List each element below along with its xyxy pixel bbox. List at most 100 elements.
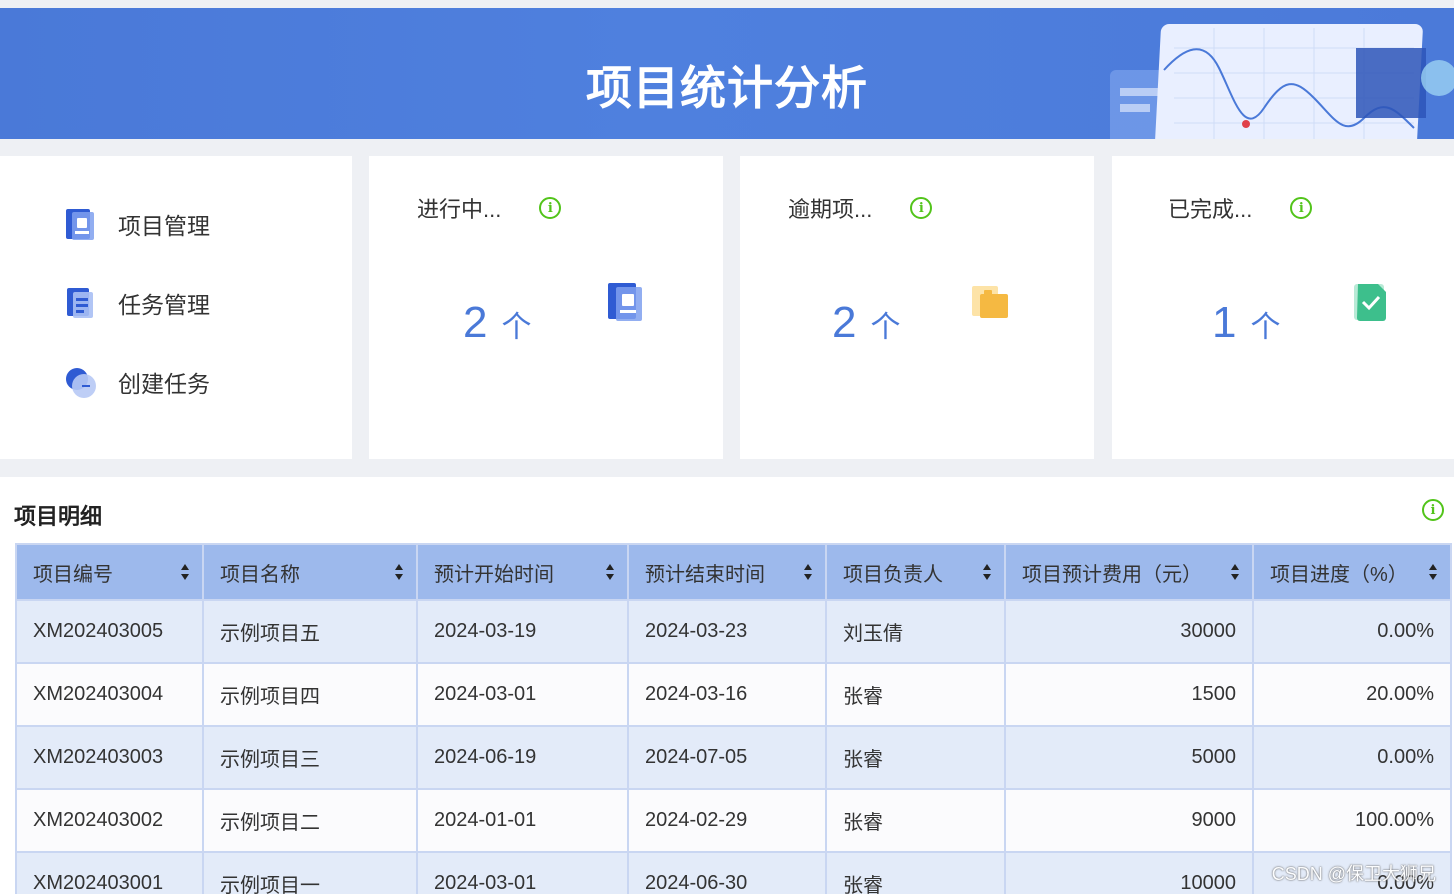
sort-icon[interactable] xyxy=(180,563,190,581)
stat-title-text: 进行中... xyxy=(417,197,502,222)
table-cell: 2024-06-19 xyxy=(416,725,629,790)
info-icon[interactable]: i xyxy=(910,197,933,219)
table-cell: 2024-03-16 xyxy=(627,662,827,727)
column-header[interactable]: 项目预计费用（元） xyxy=(1004,543,1254,601)
table-cell: 示例项目三 xyxy=(202,725,418,790)
column-header[interactable]: 预计开始时间 xyxy=(416,543,629,601)
nav-item-label: 任务管理 xyxy=(118,292,210,318)
sort-icon[interactable] xyxy=(803,563,813,581)
section-title: 项目明细 xyxy=(14,504,103,529)
table-cell: 100.00% xyxy=(1252,788,1452,853)
project-details-panel: 项目明细 i 项目编号 项目名称 预计开始时间 预计结束时间 项目负责人 项目预计费用（元… xyxy=(0,477,1454,894)
table-cell: 示例项目四 xyxy=(202,662,418,727)
stat-number: 2 xyxy=(463,298,488,347)
table-cell: XM202403005 xyxy=(15,599,204,664)
table-cell: XM202403004 xyxy=(15,662,204,727)
table-cell: 30000 xyxy=(1004,599,1254,664)
table-cell: 2024-01-01 xyxy=(416,788,629,853)
stat-card-completed[interactable]: 已完成... i 1 个 xyxy=(1112,156,1454,459)
nav-item-task-management[interactable]: 任务管理 xyxy=(64,283,210,323)
table-cell: 2024-02-29 xyxy=(627,788,827,853)
table-cell: 示例项目一 xyxy=(202,851,418,894)
table-cell: XM202403003 xyxy=(15,725,204,790)
table-cell: 10000 xyxy=(1004,851,1254,894)
nav-item-create-task[interactable]: 创建任务 xyxy=(64,362,210,402)
nav-card: 项目管理 任务管理 创建任务 xyxy=(0,156,352,459)
column-header-label: 预计开始时间 xyxy=(434,563,554,586)
table-cell: XM202403001 xyxy=(15,851,204,894)
info-icon[interactable]: i xyxy=(539,197,562,219)
sort-icon[interactable] xyxy=(605,563,615,581)
sort-icon[interactable] xyxy=(394,563,404,581)
table-cell: 2024-06-30 xyxy=(627,851,827,894)
stat-unit: 个 xyxy=(501,311,532,344)
table-cell: 张睿 xyxy=(825,662,1006,727)
stat-unit: 个 xyxy=(1250,311,1281,344)
folder-icon xyxy=(972,286,1008,318)
table-cell: 0.00% xyxy=(1252,599,1452,664)
table-cell: 2024-03-01 xyxy=(416,662,629,727)
column-header[interactable]: 项目编号 xyxy=(15,543,204,601)
stat-card-overdue[interactable]: 逾期项... i 2 个 xyxy=(740,156,1094,459)
table-cell: 2024-03-01 xyxy=(416,851,629,894)
stat-card-in-progress[interactable]: 进行中... i 2 个 xyxy=(369,156,723,459)
column-header-label: 项目进度（%） xyxy=(1270,563,1408,586)
table-header-row: 项目编号 项目名称 预计开始时间 预计结束时间 项目负责人 项目预计费用（元） 项目进度（%… xyxy=(15,543,1452,601)
stat-title-text: 已完成... xyxy=(1168,197,1253,222)
table-cell: 张睿 xyxy=(825,725,1006,790)
task-list-icon xyxy=(67,288,93,318)
stat-value: 1 个 xyxy=(1212,298,1280,348)
create-task-icon xyxy=(66,368,96,398)
column-header[interactable]: 项目负责人 xyxy=(825,543,1006,601)
info-icon[interactable]: i xyxy=(1422,499,1444,521)
nav-item-label: 创建任务 xyxy=(118,371,210,397)
project-icon xyxy=(608,283,642,321)
stat-title: 逾期项... i xyxy=(788,192,933,224)
stat-number: 1 xyxy=(1212,298,1237,347)
chart-illustration xyxy=(1110,24,1454,139)
project-icon xyxy=(66,209,94,240)
table-cell: 1500 xyxy=(1004,662,1254,727)
stat-number: 2 xyxy=(832,298,857,347)
table-cell: 示例项目二 xyxy=(202,788,418,853)
table-cell: XM202403002 xyxy=(15,788,204,853)
project-table: 项目编号 项目名称 预计开始时间 预计结束时间 项目负责人 项目预计费用（元） 项目进度（%… xyxy=(15,543,1452,894)
column-header[interactable]: 项目进度（%） xyxy=(1252,543,1452,601)
sort-icon[interactable] xyxy=(1428,563,1438,581)
check-document-icon xyxy=(1354,284,1386,321)
column-header-label: 项目负责人 xyxy=(843,563,943,586)
column-header[interactable]: 预计结束时间 xyxy=(627,543,827,601)
table-cell: 张睿 xyxy=(825,788,1006,853)
stat-unit: 个 xyxy=(870,311,901,344)
stat-value: 2 个 xyxy=(463,298,531,348)
table-cell: 刘玉倩 xyxy=(825,599,1006,664)
table-row[interactable]: XM202403002 示例项目二 2024-01-01 2024-02-29 张睿 90… xyxy=(15,788,1452,853)
watermark: CSDN @保卫大狮兄 xyxy=(1271,864,1436,884)
table-cell: 2024-03-23 xyxy=(627,599,827,664)
nav-item-label: 项目管理 xyxy=(118,213,210,239)
stat-title: 进行中... i xyxy=(417,192,562,224)
column-header-label: 项目编号 xyxy=(33,563,113,586)
table-cell: 9000 xyxy=(1004,788,1254,853)
sort-icon[interactable] xyxy=(982,563,992,581)
table-body: XM202403005 示例项目五 2024-03-19 2024-03-23 刘玉倩 3… xyxy=(15,599,1452,894)
column-header-label: 项目名称 xyxy=(220,563,300,586)
table-cell: 2024-07-05 xyxy=(627,725,827,790)
stat-title: 已完成... i xyxy=(1168,192,1313,224)
table-cell: 示例项目五 xyxy=(202,599,418,664)
info-icon[interactable]: i xyxy=(1290,197,1313,219)
column-header-label: 项目预计费用（元） xyxy=(1022,563,1202,586)
table-cell: 张睿 xyxy=(825,851,1006,894)
header-banner: 项目统计分析 xyxy=(0,8,1454,139)
column-header[interactable]: 项目名称 xyxy=(202,543,418,601)
sort-icon[interactable] xyxy=(1230,563,1240,581)
table-cell: 0.00% xyxy=(1252,725,1452,790)
table-row[interactable]: XM202403003 示例项目三 2024-06-19 2024-07-05 张睿 50… xyxy=(15,725,1452,790)
table-row[interactable]: XM202403005 示例项目五 2024-03-19 2024-03-23 刘玉倩 3… xyxy=(15,599,1452,664)
table-row[interactable]: XM202403001 示例项目一 2024-03-01 2024-06-30 张睿 10… xyxy=(15,851,1452,894)
table-cell: 20.00% xyxy=(1252,662,1452,727)
stat-title-text: 逾期项... xyxy=(788,197,873,222)
stat-value: 2 个 xyxy=(832,298,900,348)
nav-item-project-management[interactable]: 项目管理 xyxy=(64,204,210,244)
table-row[interactable]: XM202403004 示例项目四 2024-03-01 2024-03-16 张睿 15… xyxy=(15,662,1452,727)
